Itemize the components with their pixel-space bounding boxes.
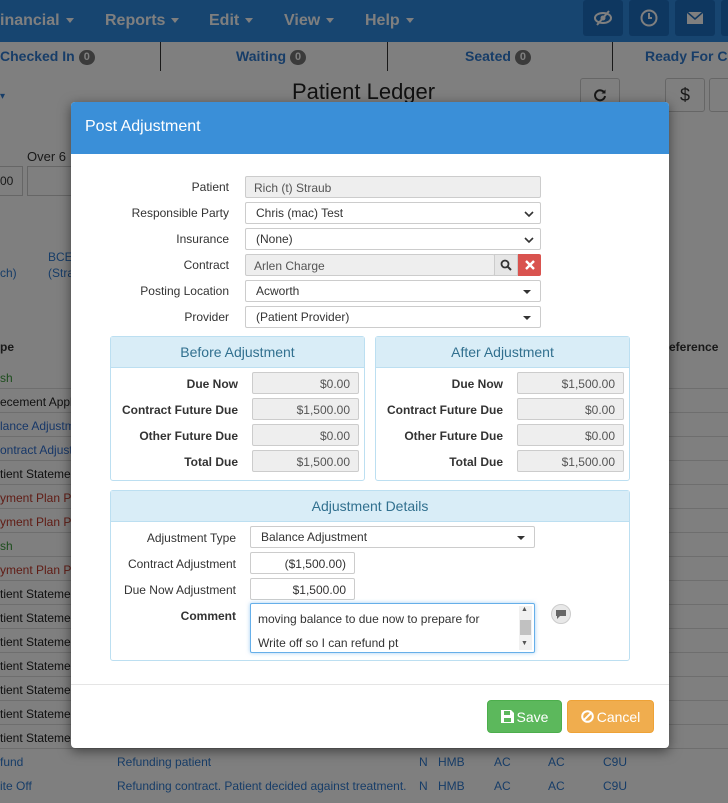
select-value: Acworth	[256, 284, 300, 298]
comment-icon	[556, 610, 566, 619]
comment-note-button[interactable]	[551, 604, 571, 624]
total-due-label: Total Due	[184, 455, 238, 469]
comment-textarea[interactable]: moving balance to due now to prepare for…	[250, 603, 535, 653]
close-icon	[525, 260, 535, 270]
responsible-party-select[interactable]: Chris (mac) Test	[245, 202, 541, 224]
patient-field: Rich (t) Straub	[245, 176, 541, 198]
contract-field: Arlen Charge	[245, 254, 495, 276]
other-future-due-label: Other Future Due	[139, 429, 238, 443]
due-now-label: Due Now	[186, 377, 238, 391]
other-future-due-value: $0.00	[252, 424, 359, 446]
patient-label: Patient	[191, 180, 229, 194]
contract-label: Contract	[183, 258, 229, 272]
due-now-label: Due Now	[451, 377, 503, 391]
posting-location-select[interactable]: Acworth	[245, 280, 541, 302]
due-now-value: $1,500.00	[517, 372, 624, 394]
responsible-party-label: Responsible Party	[131, 206, 229, 220]
other-future-due-value: $0.00	[517, 424, 624, 446]
scroll-down-icon[interactable]: ▼	[521, 640, 528, 647]
panel-title: Before Adjustment	[111, 337, 364, 368]
comment-scrollbar[interactable]: ▲ ▼	[519, 606, 532, 650]
modal-title: Post Adjustment	[85, 118, 201, 135]
scroll-up-icon[interactable]: ▲	[521, 606, 528, 613]
contract-clear-button[interactable]	[518, 254, 541, 276]
insurance-label: Insurance	[176, 232, 229, 246]
provider-label: Provider	[184, 310, 229, 324]
total-due-value: $1,500.00	[517, 450, 624, 472]
cancel-button[interactable]: Cancel	[567, 700, 654, 733]
save-label: Save	[516, 709, 549, 725]
cancel-label: Cancel	[596, 709, 641, 725]
modal-header: Post Adjustment	[71, 102, 669, 154]
adjustment-type-select[interactable]: Balance Adjustment	[250, 526, 535, 548]
total-due-label: Total Due	[449, 455, 503, 469]
total-due-value: $1,500.00	[252, 450, 359, 472]
provider-select[interactable]: (Patient Provider)	[245, 306, 541, 328]
scrollbar-thumb[interactable]	[520, 620, 531, 635]
panel-title: After Adjustment	[376, 337, 629, 368]
search-icon	[500, 259, 512, 271]
select-value: Chris (mac) Test	[256, 206, 344, 220]
after-adjustment-panel: After Adjustment Due Now $1,500.00 Contr…	[375, 336, 630, 481]
before-adjustment-panel: Before Adjustment Due Now $0.00 Contract…	[110, 336, 365, 481]
chevron-down-icon	[524, 211, 534, 218]
other-future-due-label: Other Future Due	[404, 429, 503, 443]
contract-adjustment-input[interactable]: ($1,500.00)	[250, 552, 355, 574]
comment-line: Write off so I can refund pt	[258, 636, 399, 650]
select-value: (Patient Provider)	[256, 310, 350, 324]
contract-search-button[interactable]	[494, 254, 518, 276]
caret-down-icon	[517, 536, 525, 540]
due-now-value: $0.00	[252, 372, 359, 394]
post-adjustment-modal: Post Adjustment Patient Rich (t) Straub …	[71, 102, 669, 748]
caret-down-icon	[523, 290, 531, 294]
due-now-adjustment-label: Due Now Adjustment	[123, 583, 236, 597]
panel-title: Adjustment Details	[111, 491, 629, 522]
save-button[interactable]: Save	[487, 700, 562, 733]
chevron-down-icon	[524, 237, 534, 244]
posting-location-label: Posting Location	[140, 284, 229, 298]
adjustment-details-panel: Adjustment Details Adjustment Type Balan…	[110, 490, 630, 661]
caret-down-icon	[523, 316, 531, 320]
comment-line: moving balance to due now to prepare for	[258, 612, 480, 626]
contract-future-due-value: $1,500.00	[252, 398, 359, 420]
modal-footer-divider	[71, 684, 669, 685]
select-value: Balance Adjustment	[261, 530, 368, 544]
due-now-adjustment-input[interactable]: $1,500.00	[250, 578, 355, 600]
contract-future-due-value: $0.00	[517, 398, 624, 420]
contract-future-due-label: Contract Future Due	[386, 403, 503, 417]
select-value: (None)	[256, 232, 293, 246]
contract-adjustment-label: Contract Adjustment	[127, 557, 236, 571]
adjustment-type-label: Adjustment Type	[146, 531, 236, 545]
insurance-select[interactable]: (None)	[245, 228, 541, 250]
ban-icon	[580, 710, 594, 723]
floppy-disk-icon	[500, 710, 514, 723]
contract-future-due-label: Contract Future Due	[121, 403, 238, 417]
comment-label: Comment	[180, 609, 236, 623]
